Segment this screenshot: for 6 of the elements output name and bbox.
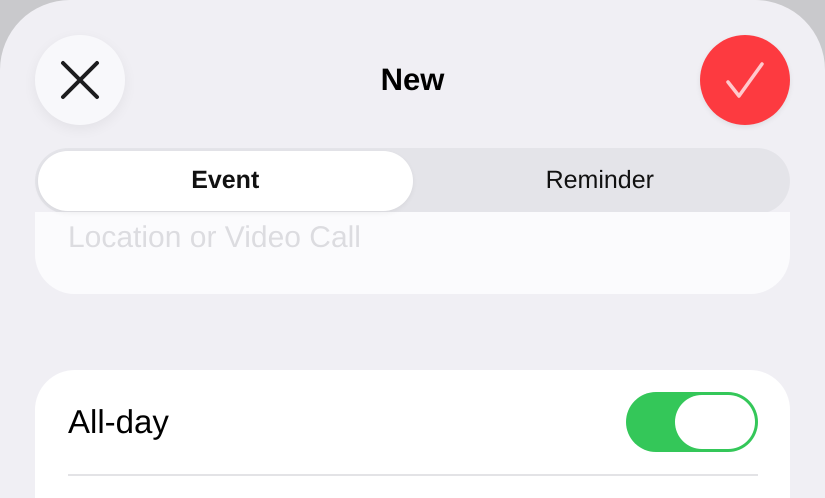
segment-tab[interactable]: Reminder bbox=[412, 151, 787, 211]
close-icon bbox=[60, 60, 100, 100]
setting-label: All-day bbox=[68, 402, 169, 442]
checkmark-icon bbox=[725, 60, 765, 100]
segment-tab[interactable]: Event bbox=[38, 151, 412, 211]
window-title: New bbox=[380, 60, 444, 99]
